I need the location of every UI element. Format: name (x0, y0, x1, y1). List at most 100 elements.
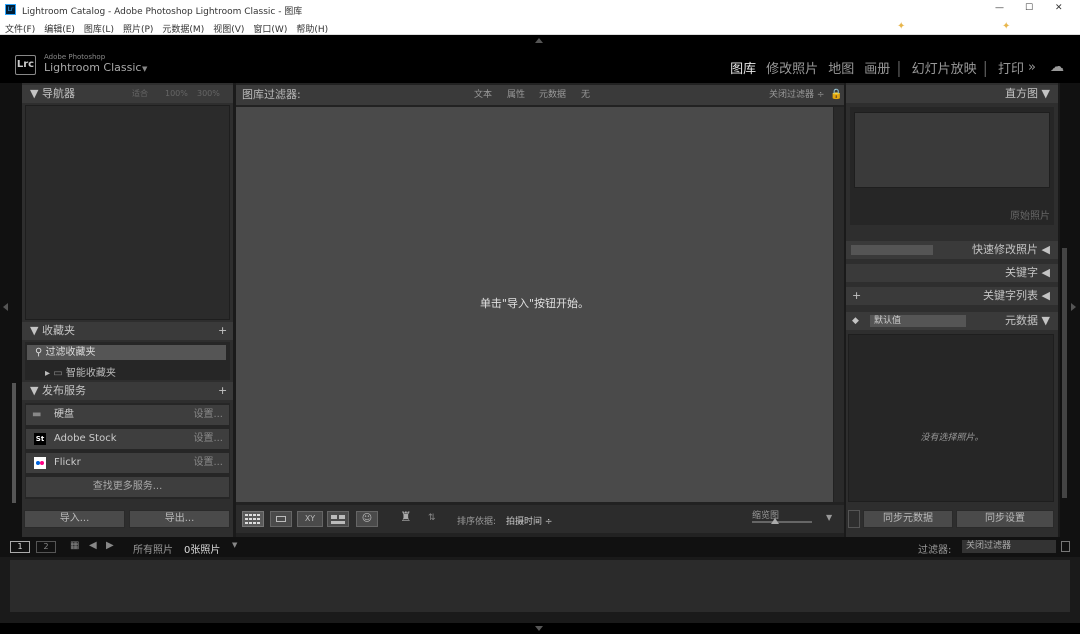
filter-none-tab[interactable]: 无 (581, 85, 590, 105)
grid-view-icon[interactable] (242, 511, 264, 527)
sort-dropdown[interactable]: 拍摄时间 ÷ (506, 514, 552, 527)
back-arrow-icon[interactable]: ◀ (89, 540, 97, 551)
compare-view-icon[interactable]: XY (297, 511, 323, 527)
collapse-triangle-icon: ▼ (1038, 87, 1050, 100)
grid-small-icon[interactable]: ▦ (70, 540, 79, 551)
right-panel-toggle[interactable] (1060, 83, 1080, 537)
collection-filter[interactable]: ⚲ 过滤收藏夹 (27, 345, 226, 360)
publish-harddrive[interactable]: ▬ 硬盘 设置... (26, 405, 229, 425)
menu-window[interactable]: 窗口(W) (253, 25, 287, 35)
zoom-fit[interactable]: 适合 (132, 85, 148, 103)
window-title: Lightroom Catalog - Adobe Photoshop Ligh… (22, 7, 303, 17)
sort-direction-icon[interactable]: ⇅ (428, 513, 436, 523)
sync-metadata-button[interactable]: 同步元数据 (863, 510, 953, 528)
center-area: 图库过滤器: 文本 属性 元数据 无 关闭过滤器 ÷ 🔒 单击"导入"按钮开始。… (236, 83, 844, 537)
brand-small: Adobe Photoshop (44, 53, 106, 61)
triangle-left-icon[interactable] (3, 303, 8, 311)
grid-scrollbar[interactable] (834, 107, 844, 502)
find-more-services-button[interactable]: 查找更多服务... (26, 477, 229, 497)
menu-view[interactable]: 视图(V) (213, 25, 244, 35)
right-scrollbar[interactable] (1062, 248, 1067, 498)
keywording-header[interactable]: 关键字 ◀ (846, 264, 1058, 282)
module-print[interactable]: 打印 (998, 58, 1024, 77)
bottom-panel-toggle[interactable] (0, 623, 1080, 634)
module-picker: 图库 修改照片 地图 画册 | 幻灯片放映 | 打印 » (720, 58, 1036, 77)
module-develop[interactable]: 修改照片 (766, 58, 818, 77)
menu-edit[interactable]: 编辑(E) (44, 25, 75, 35)
source-dropdown-icon[interactable]: ▼ (232, 541, 237, 549)
keyword-list-header[interactable]: + 关键字列表 ◀ (846, 287, 1058, 305)
filter-text-tab[interactable]: 文本 (474, 85, 492, 105)
minimize-button[interactable]: — (995, 3, 1004, 13)
painter-icon[interactable]: ♜ (400, 510, 412, 525)
forward-arrow-icon[interactable]: ▶ (106, 540, 114, 551)
smart-folder-icon: ▭ (53, 368, 66, 379)
survey-view-icon[interactable] (327, 511, 349, 527)
cloud-icon[interactable]: ☁ (1050, 59, 1064, 75)
saved-preset-dropdown[interactable] (851, 245, 933, 255)
menu-photo[interactable]: 照片(P) (123, 25, 153, 35)
metadata-title: 元数据 (1005, 314, 1039, 327)
module-book[interactable]: 画册 (864, 58, 890, 77)
menu-file[interactable]: 文件(F) (5, 25, 35, 35)
module-library[interactable]: 图库 (730, 58, 756, 77)
left-panel-toggle[interactable] (0, 83, 22, 537)
triangle-down-icon[interactable] (535, 626, 543, 631)
navigator-header[interactable]: ▼ 导航器 适合 100% 300% (22, 85, 233, 103)
publish-header[interactable]: ▼ 发布服务 + (22, 382, 233, 400)
publish-harddrive-setup[interactable]: 设置... (193, 405, 223, 425)
filmstrip-source-label[interactable]: 所有照片 (133, 541, 173, 556)
slider-thumb[interactable] (771, 518, 779, 524)
publish-adobe-stock-setup[interactable]: 设置... (193, 429, 223, 449)
main-window-button[interactable]: 1 (10, 541, 30, 553)
menu-metadata[interactable]: 元数据(M) (162, 25, 204, 35)
add-keyword-button[interactable]: + (852, 287, 861, 305)
module-slideshow[interactable]: 幻灯片放映 (912, 58, 977, 77)
close-button[interactable]: ✕ (1055, 3, 1063, 13)
auto-sync-toggle[interactable] (848, 510, 860, 528)
brand-menu-arrow[interactable]: ▼ (142, 65, 147, 73)
left-scrollbar[interactable] (12, 383, 16, 503)
add-publish-button[interactable]: + (218, 382, 227, 400)
toolbar-menu-arrow[interactable]: ▼ (826, 513, 832, 522)
add-collection-button[interactable]: + (218, 322, 227, 340)
histogram-panel: 原始照片 (850, 107, 1054, 225)
thumbnail-size-slider[interactable] (752, 518, 812, 524)
module-map[interactable]: 地图 (828, 58, 854, 77)
modules-more-button[interactable]: » (1028, 60, 1036, 75)
filter-attribute-tab[interactable]: 属性 (507, 85, 525, 105)
histogram-header[interactable]: 直方图 ▼ (846, 85, 1058, 103)
publish-flickr[interactable]: Flickr 设置... (26, 453, 229, 473)
menu-library[interactable]: 图库(L) (84, 25, 114, 35)
collapse-triangle-icon: ▼ (30, 384, 42, 397)
maximize-button[interactable]: ☐ (1025, 3, 1033, 13)
top-panel-toggle[interactable] (0, 35, 1080, 47)
expand-triangle-icon: ◀ (1038, 266, 1050, 279)
filter-metadata-tab[interactable]: 元数据 (539, 85, 566, 105)
menu-help[interactable]: 帮助(H) (296, 25, 328, 35)
filter-preset-dropdown[interactable]: 关闭过滤器 ÷ (769, 85, 824, 105)
metadata-preset-dropdown[interactable]: 默认值 (870, 315, 966, 327)
publish-flickr-setup[interactable]: 设置... (193, 453, 223, 473)
triangle-right-icon[interactable] (1071, 303, 1076, 311)
loupe-view-icon[interactable] (270, 511, 292, 527)
collections-header[interactable]: ▼ 收藏夹 + (22, 322, 233, 340)
quick-develop-header[interactable]: 快速修改照片 ◀ (846, 241, 1058, 259)
filmstrip-thumbnails[interactable] (10, 560, 1070, 612)
people-view-icon[interactable]: ☺ (356, 511, 378, 527)
export-button[interactable]: 导出... (129, 510, 230, 528)
publish-adobe-stock[interactable]: St Adobe Stock 设置... (26, 429, 229, 449)
filmstrip-filter-dropdown[interactable]: 关闭过滤器 (962, 540, 1056, 553)
filter-lock-icon[interactable] (1061, 541, 1070, 552)
grid-view[interactable]: 单击"导入"按钮开始。 (236, 107, 833, 502)
zoom-300[interactable]: 300% (197, 85, 220, 103)
metadata-header[interactable]: ◆ 默认值 元数据 ▼ (846, 312, 1058, 330)
filmstrip-filter-label: 过滤器: (918, 545, 952, 556)
second-window-button[interactable]: 2 (36, 541, 56, 553)
smart-collections-item[interactable]: ▸ ▭ 智能收藏夹 (45, 364, 116, 379)
triangle-up-icon[interactable] (535, 38, 543, 43)
lock-icon[interactable]: 🔒 (830, 85, 842, 105)
zoom-100[interactable]: 100% (165, 85, 188, 103)
import-button[interactable]: 导入... (24, 510, 125, 528)
sync-settings-button[interactable]: 同步设置 (956, 510, 1054, 528)
